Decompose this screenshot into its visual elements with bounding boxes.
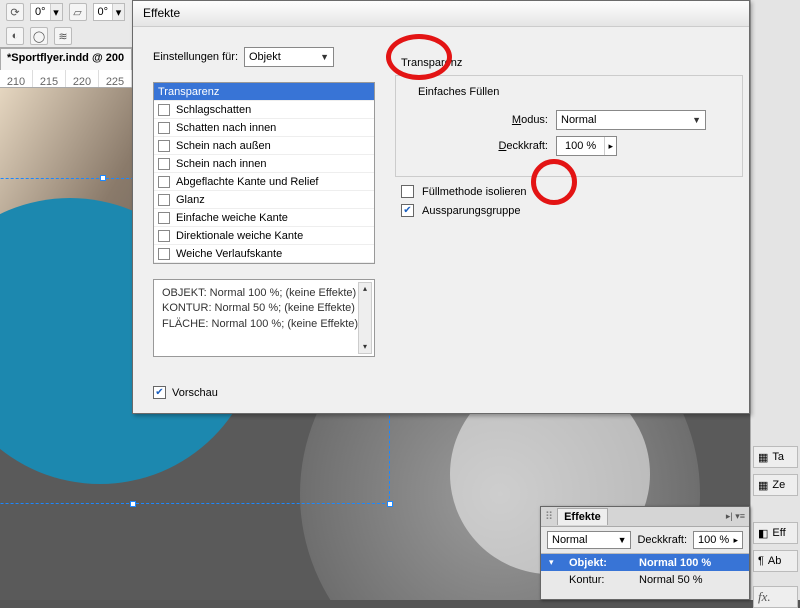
preview-label: Vorschau	[172, 387, 218, 399]
effects-dialog: Effekte Einstellungen für: Objekt ▼ Tran…	[132, 0, 750, 414]
dropdown-value: Objekt	[249, 51, 281, 63]
dialog-title: Effekte	[133, 1, 749, 27]
checkbox[interactable]	[158, 194, 170, 206]
angle-value: 0°	[31, 6, 50, 18]
isolate-blend-checkbox[interactable]	[401, 185, 414, 198]
tool-icon[interactable]: ◯	[30, 27, 48, 45]
panel-button-eff[interactable]: ◧ Eff	[753, 522, 798, 544]
effect-item[interactable]: Schlagschatten	[154, 101, 374, 119]
document-tab[interactable]: *Sportflyer.indd @ 200	[0, 48, 132, 70]
panel-row-object[interactable]: ▾ Objekt: Normal 100 %	[541, 554, 749, 571]
checkbox[interactable]	[158, 158, 170, 170]
settings-for-dropdown[interactable]: Objekt ▼	[244, 47, 334, 67]
settings-for-label: Einstellungen für:	[153, 51, 238, 63]
checkbox[interactable]	[158, 212, 170, 224]
dropdown-arrow-icon[interactable]: ▾	[112, 4, 124, 20]
panel-blend-mode-dropdown[interactable]: Normal▼	[547, 531, 631, 549]
selection-frame[interactable]	[0, 414, 390, 504]
chevron-down-icon: ▼	[320, 52, 329, 62]
panel-grip-icon[interactable]: ⠿	[545, 510, 553, 523]
mode-label: Modus:	[408, 114, 548, 126]
document-tab-label: *Sportflyer.indd @ 200	[7, 52, 124, 64]
shear-icon[interactable]: ▱	[69, 3, 87, 21]
opacity-field[interactable]: 100 % ▸	[556, 136, 617, 156]
panel-menu-icon[interactable]: ▸| ▾≡	[726, 511, 745, 522]
opacity-slider-arrow-icon[interactable]: ▸	[604, 137, 616, 155]
transparency-heading: Transparenz	[401, 57, 743, 69]
panel-button-ta[interactable]: ▦ Ta	[753, 446, 798, 468]
panel-button-ab[interactable]: ¶ Ab	[753, 550, 798, 572]
opacity-label: Deckkraft:	[408, 140, 548, 152]
tool-icon[interactable]: ≋	[54, 27, 72, 45]
checkbox[interactable]	[158, 176, 170, 188]
effect-item[interactable]: Weiche Verlaufskante	[154, 245, 374, 263]
effect-list: Transparenz Schlagschatten Schatten nach…	[153, 82, 375, 264]
opacity-value: 100 %	[557, 140, 604, 152]
tool-icon[interactable]: ◐	[6, 27, 24, 45]
effect-item[interactable]: Direktionale weiche Kante	[154, 227, 374, 245]
panel-target-list: ▾ Objekt: Normal 100 % Kontur: Normal 50…	[541, 553, 749, 588]
blend-mode-dropdown[interactable]: Normal ▼	[556, 110, 706, 130]
effect-item-transparency[interactable]: Transparenz	[154, 83, 374, 101]
effect-item[interactable]: Einfache weiche Kante	[154, 209, 374, 227]
checkbox[interactable]	[158, 248, 170, 260]
panel-row-stroke[interactable]: Kontur: Normal 50 %	[541, 571, 749, 588]
chevron-down-icon: ▼	[692, 115, 701, 125]
isolate-blend-label: Füllmethode isolieren	[422, 186, 527, 198]
scrollbar[interactable]: ▴▾	[358, 282, 372, 354]
effect-item[interactable]: Glanz	[154, 191, 374, 209]
panel-opacity-label: Deckkraft:	[637, 534, 687, 546]
simple-fill-group: Einfaches Füllen Modus: Normal ▼ Deckkra…	[395, 75, 743, 177]
right-panel-strip	[750, 0, 800, 440]
panel-button-fx[interactable]: fx.	[753, 586, 798, 608]
right-panel-lower: ▦ Ta ▦ Ze ◧ Eff ¶ Ab fx.	[750, 440, 800, 600]
dropdown-arrow-icon[interactable]: ▾	[50, 4, 62, 20]
effects-panel: ⠿ Effekte ▸| ▾≡ Normal▼ Deckkraft: 100 %…	[540, 506, 750, 600]
angle-value: 0°	[94, 6, 113, 18]
effect-item[interactable]: Schein nach innen	[154, 155, 374, 173]
effect-item[interactable]: Abgeflachte Kante und Relief	[154, 173, 374, 191]
rotate-icon[interactable]: ⟳	[6, 3, 24, 21]
knockout-group-checkbox[interactable]: ✔	[401, 204, 414, 217]
panel-button-ze[interactable]: ▦ Ze	[753, 474, 798, 496]
effect-item[interactable]: Schein nach außen	[154, 137, 374, 155]
effect-item[interactable]: Schatten nach innen	[154, 119, 374, 137]
group-title: Einfaches Füllen	[414, 86, 503, 98]
shear-angle-field[interactable]: 0°▾	[93, 3, 126, 21]
effects-panel-tab[interactable]: Effekte	[557, 508, 608, 525]
panel-opacity-field[interactable]: 100 %▸	[693, 531, 743, 549]
checkbox[interactable]	[158, 122, 170, 134]
rotation-angle-field[interactable]: 0°▾	[30, 3, 63, 21]
knockout-group-label: Aussparungsgruppe	[422, 205, 520, 217]
horizontal-ruler: 210215220225	[0, 70, 132, 88]
checkbox[interactable]	[158, 104, 170, 116]
checkbox[interactable]	[158, 140, 170, 152]
checkbox[interactable]	[158, 230, 170, 242]
preview-checkbox[interactable]: ✔	[153, 386, 166, 399]
fx-icon: fx.	[758, 589, 771, 605]
dropdown-value: Normal	[561, 114, 596, 126]
effect-summary: OBJEKT: Normal 100 %; (keine Effekte) KO…	[153, 279, 375, 357]
